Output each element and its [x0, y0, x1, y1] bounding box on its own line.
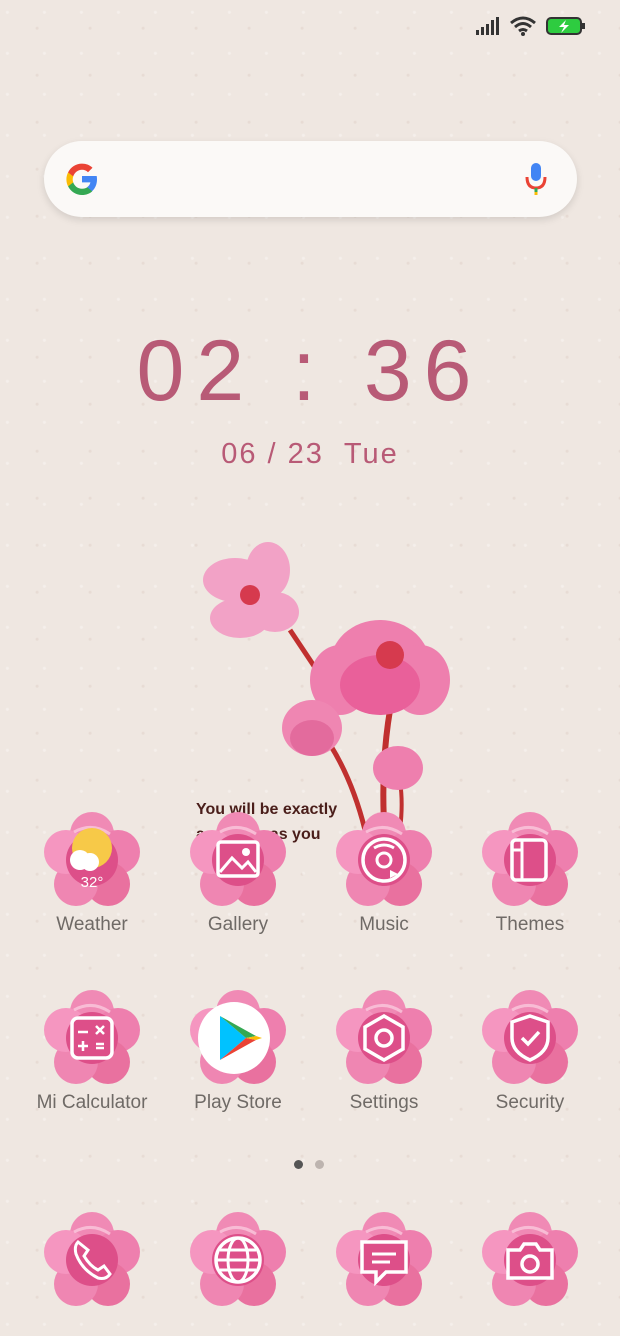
messages-icon	[334, 1210, 434, 1308]
page-dot-2[interactable]	[315, 1160, 324, 1169]
dock-messages[interactable]	[334, 1210, 434, 1313]
clock-time[interactable]: 02 : 36	[0, 322, 620, 421]
app-themes[interactable]: Themes	[465, 810, 595, 936]
app-security[interactable]: Security	[465, 988, 595, 1114]
camera-icon	[480, 1210, 580, 1308]
status-bar	[476, 16, 586, 36]
app-mi-calculator[interactable]: Mi Calculator	[27, 988, 157, 1114]
cellular-signal-icon	[476, 17, 499, 35]
dock-phone[interactable]	[42, 1210, 142, 1313]
music-icon	[334, 810, 434, 908]
phone-icon	[42, 1210, 142, 1308]
app-label: Mi Calculator	[36, 1092, 148, 1113]
date-text: 06 / 23	[221, 438, 324, 470]
page-dot-1[interactable]	[294, 1160, 303, 1169]
google-logo-icon	[66, 163, 97, 195]
battery-charging-icon	[546, 17, 585, 35]
microphone-icon[interactable]	[525, 161, 547, 197]
settings-icon	[334, 988, 434, 1086]
dock-camera[interactable]	[480, 1210, 580, 1313]
app-play-store[interactable]: Play Store	[173, 988, 303, 1114]
security-icon	[480, 988, 580, 1086]
google-search-bar[interactable]	[44, 141, 577, 217]
app-label: Play Store	[194, 1092, 282, 1113]
themes-icon	[480, 810, 580, 908]
app-settings[interactable]: Settings	[319, 988, 449, 1114]
app-weather[interactable]: 32° Weather	[27, 810, 157, 936]
browser-icon	[188, 1210, 288, 1308]
app-music[interactable]: Music	[319, 810, 449, 936]
weather-temp: 32°	[80, 874, 104, 891]
dock-browser[interactable]	[188, 1210, 288, 1313]
app-label: Settings	[349, 1092, 419, 1113]
clock-date[interactable]: 06 / 23 Tue	[0, 438, 620, 471]
calculator-icon	[42, 988, 142, 1086]
wifi-icon	[510, 16, 536, 36]
weekday-text: Tue	[343, 438, 399, 470]
app-label: Security	[495, 1092, 565, 1113]
app-label: Gallery	[207, 914, 269, 935]
gallery-icon	[188, 810, 288, 908]
play-store-icon	[188, 988, 288, 1086]
app-gallery[interactable]: Gallery	[173, 810, 303, 936]
weather-icon: 32°	[42, 810, 142, 908]
app-label: Weather	[56, 914, 128, 935]
app-label: Themes	[495, 914, 565, 935]
app-label: Music	[359, 914, 409, 935]
page-indicator[interactable]	[294, 1160, 324, 1169]
